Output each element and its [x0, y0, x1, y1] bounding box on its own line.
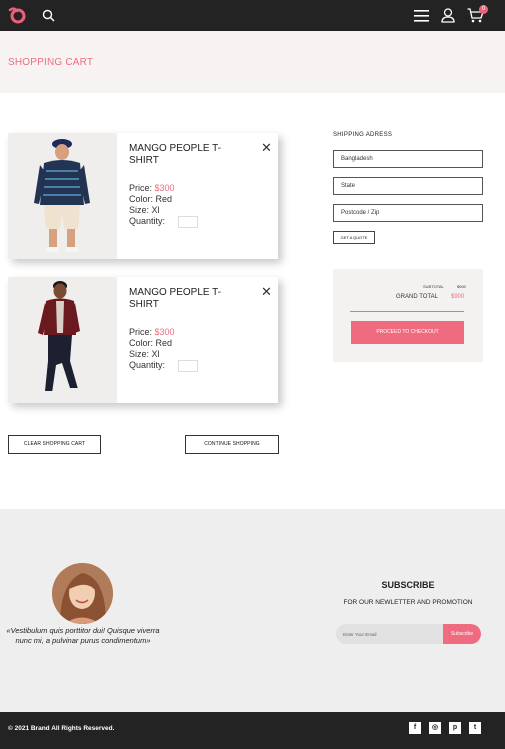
newsletter-subtitle: FOR OUR NEWLETTER AND PROMOTION: [343, 599, 473, 606]
product-name[interactable]: MANGO PEOPLE T-SHIRT: [129, 143, 229, 167]
facebook-icon[interactable]: f: [409, 722, 421, 734]
quantity-label: Quantity:: [129, 216, 166, 226]
continue-shopping-button[interactable]: CONTINUE SHOPPING: [185, 435, 279, 454]
product-photo-man-hoodie: [8, 133, 117, 259]
newsletter-title: SUBSCRIBE: [381, 580, 435, 590]
footer-bar: © 2021 Brand All Rights Reserved. f ◎ p …: [0, 712, 505, 749]
remove-item-close-icon[interactable]: ✕: [261, 141, 272, 154]
price-value: $300: [154, 327, 175, 337]
cart-item-card: MANGO PEOPLE T-SHIRT ✕ Price: $300 Color…: [8, 277, 278, 403]
product-image[interactable]: [8, 133, 117, 259]
cart-count-badge: 0: [479, 5, 488, 14]
product-image[interactable]: [8, 277, 117, 403]
get-quote-button[interactable]: GET A QUOTE: [333, 231, 375, 244]
remove-item-close-icon[interactable]: ✕: [261, 285, 272, 298]
size-value: Xl: [151, 349, 160, 359]
color-value: Red: [155, 338, 173, 348]
shipping-address-title: SHIPPING ADRESS: [333, 132, 393, 138]
order-totals-box: SUBTOTAL $900 GRAND TOTAL $900 PROCEED T…: [333, 269, 483, 362]
top-navbar: 0: [0, 0, 505, 31]
user-account-icon[interactable]: [441, 8, 455, 23]
grand-total-label: GRAND TOTAL: [396, 294, 439, 300]
newsletter-form: Subscribe: [336, 624, 481, 644]
size-value: Xl: [151, 205, 160, 215]
quantity-input[interactable]: [178, 216, 198, 228]
testimonial-avatar: [52, 563, 113, 624]
page-header-band: SHOPPING CART: [0, 31, 505, 93]
size-label: Size:: [129, 349, 150, 359]
size-label: Size:: [129, 205, 150, 215]
price-label: Price:: [129, 327, 153, 337]
proceed-to-checkout-button[interactable]: PROCEED TO CHECKOUT: [351, 321, 464, 344]
grand-total-value: $900: [451, 294, 465, 300]
postcode-field[interactable]: Postcode / Zip: [333, 204, 483, 222]
product-details: Price: $300 Color: Red Size: Xl Quantity…: [129, 183, 175, 227]
quantity-label: Quantity:: [129, 360, 166, 370]
copyright-text: © 2021 Brand All Rights Reserved.: [8, 725, 115, 732]
search-icon[interactable]: [42, 9, 55, 22]
subtotal-value: $900: [457, 284, 466, 289]
page-title: SHOPPING CART: [8, 57, 94, 68]
color-label: Color:: [129, 194, 154, 204]
country-select[interactable]: Bangladesh: [333, 150, 483, 168]
totals-divider: [350, 311, 464, 312]
price-value: $300: [154, 183, 175, 193]
subtotal-label: SUBTOTAL: [423, 284, 444, 289]
product-name[interactable]: MANGO PEOPLE T-SHIRT: [129, 287, 229, 311]
state-field[interactable]: State: [333, 177, 483, 195]
subscribe-button[interactable]: Subscribe: [443, 624, 481, 644]
quantity-input[interactable]: [178, 360, 198, 372]
brand-logo-icon[interactable]: [8, 6, 28, 24]
testimonial-quote: «Vestibulum quis porttitor dui! Quisque …: [6, 626, 160, 645]
product-photo-man-jacket: [8, 277, 117, 403]
twitter-icon[interactable]: t: [469, 722, 481, 734]
cart-item-card: MANGO PEOPLE T-SHIRT ✕ Price: $300 Color…: [8, 133, 278, 259]
clear-cart-button[interactable]: CLEAR SHOPPING CART: [8, 435, 101, 454]
pinterest-icon[interactable]: p: [449, 722, 461, 734]
color-label: Color:: [129, 338, 154, 348]
product-details: Price: $300 Color: Red Size: Xl Quantity…: [129, 327, 175, 371]
color-value: Red: [155, 194, 173, 204]
instagram-icon[interactable]: ◎: [429, 722, 441, 734]
email-field[interactable]: [336, 624, 444, 644]
avatar-woman-portrait: [52, 563, 113, 624]
hamburger-menu-icon[interactable]: [414, 10, 429, 22]
price-label: Price:: [129, 183, 153, 193]
